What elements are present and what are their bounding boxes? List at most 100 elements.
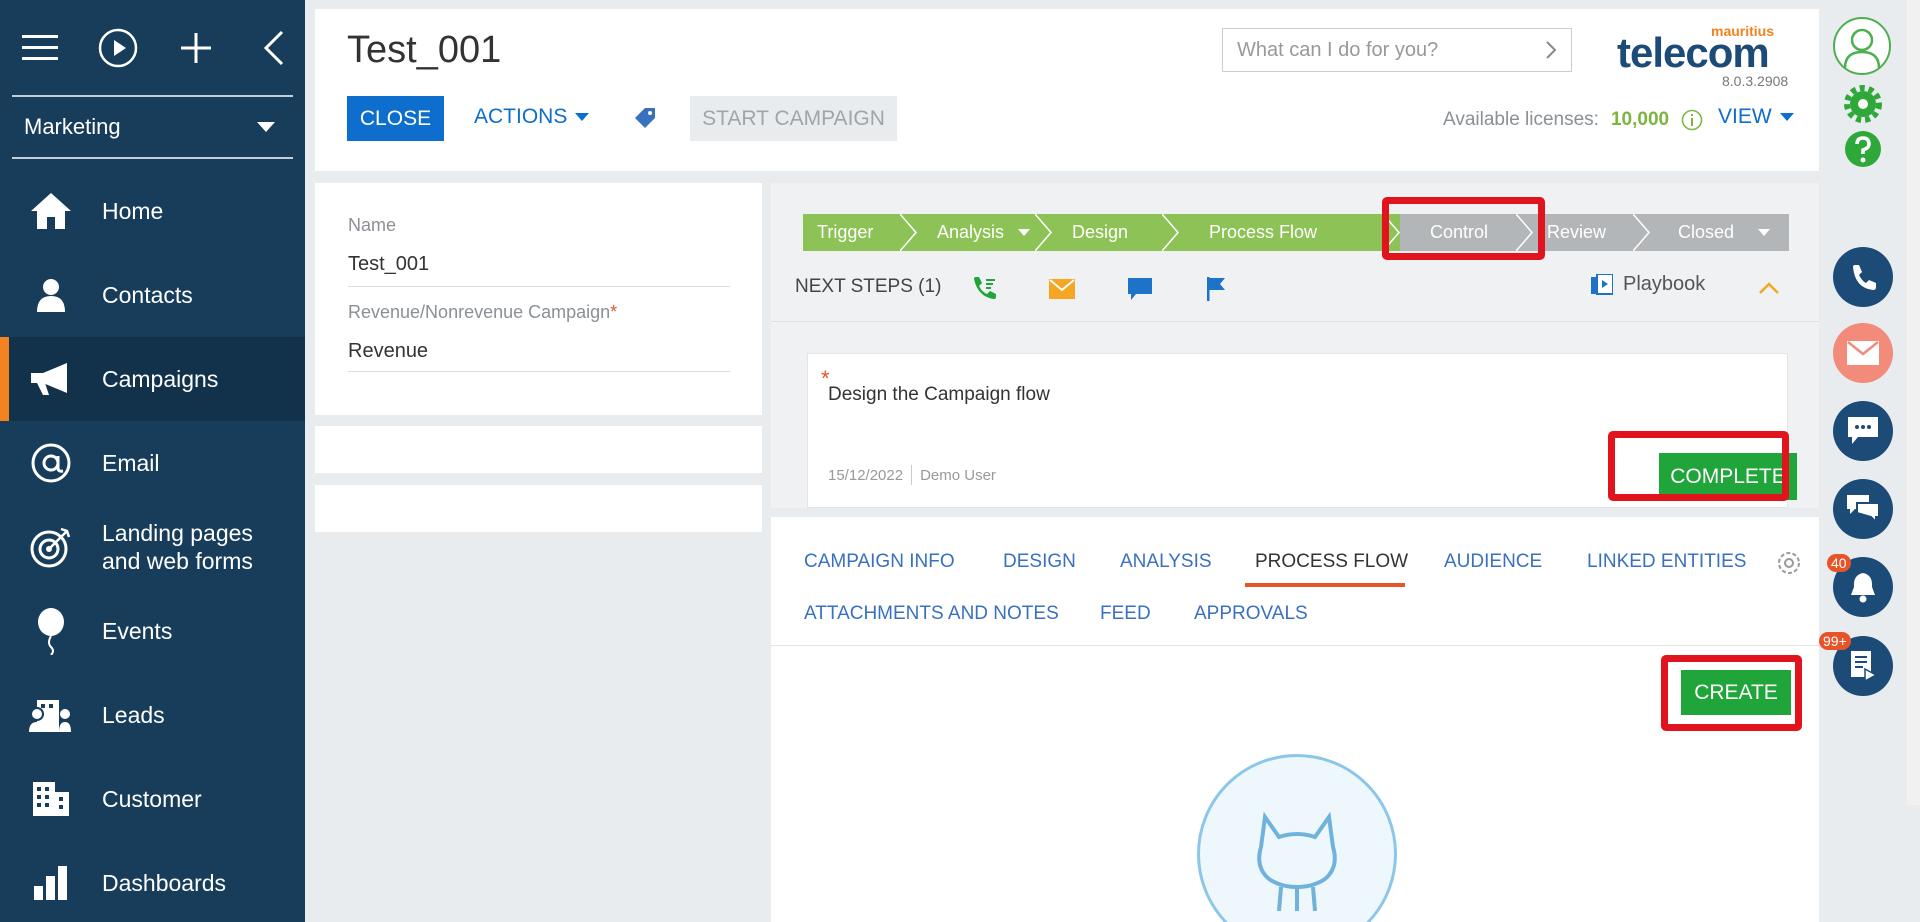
- task-title[interactable]: Design the Campaign flow: [828, 384, 1050, 406]
- stage-analysis[interactable]: Analysis: [917, 214, 1052, 251]
- campaign-type-label: Revenue/Nonrevenue Campaign*: [348, 302, 617, 323]
- bar-chart-icon: [28, 860, 74, 906]
- highlight-box-complete: [1608, 431, 1789, 501]
- collapse-chevron-icon[interactable]: [254, 28, 294, 68]
- tabs-divider: [771, 645, 1819, 646]
- sidebar-divider: [12, 157, 293, 159]
- tab-audience[interactable]: AUDIENCE: [1444, 551, 1542, 573]
- stage-bar: Trigger Analysis Design Process Flow Con…: [803, 214, 1789, 251]
- sidebar-item-campaigns[interactable]: Campaigns: [0, 337, 305, 421]
- task-meta: 15/12/2022 Demo User: [828, 465, 996, 485]
- close-button[interactable]: CLOSE: [347, 96, 444, 141]
- chat-bubble-icon: [1848, 417, 1878, 444]
- conversations-button[interactable]: [1833, 479, 1893, 539]
- chevron-down-icon[interactable]: [1018, 229, 1031, 236]
- user-avatar-icon[interactable]: [1833, 17, 1891, 75]
- tab-feed[interactable]: FEED: [1100, 603, 1151, 625]
- campaign-type-field[interactable]: Revenue: [348, 340, 428, 363]
- building-icon: [28, 776, 74, 822]
- sidebar-item-home[interactable]: Home: [0, 169, 305, 253]
- stage-label: Analysis: [937, 222, 1005, 242]
- sidebar-divider: [12, 95, 293, 97]
- highlight-box-create: [1661, 655, 1802, 731]
- name-underline: [348, 286, 730, 287]
- tab-approvals[interactable]: APPROVALS: [1194, 603, 1308, 625]
- name-field[interactable]: Test_001: [348, 253, 429, 276]
- campaign-type-underline: [348, 371, 730, 372]
- info-icon[interactable]: [1681, 109, 1703, 131]
- name-label: Name: [348, 215, 397, 235]
- view-label: VIEW: [1718, 105, 1772, 128]
- email-button[interactable]: [1833, 323, 1893, 383]
- sidebar-item-email[interactable]: Email: [0, 421, 305, 505]
- active-tab-indicator: [1245, 583, 1405, 587]
- logo: telecom: [1617, 29, 1770, 76]
- task-date: 15/12/2022: [828, 466, 904, 484]
- chat-icon[interactable]: [1128, 278, 1152, 305]
- next-steps-tab[interactable]: NEXT STEPS (1): [795, 276, 941, 298]
- task-owner: Demo User: [920, 466, 996, 484]
- sidebar-item-customer[interactable]: Customer: [0, 757, 305, 841]
- scrollbar[interactable]: [1907, 0, 1920, 805]
- task-card: * Design the Campaign flow 15/12/2022 De…: [807, 353, 1797, 508]
- stage-label: Review: [1547, 222, 1607, 242]
- balloon-icon: [28, 608, 74, 655]
- command-search-input[interactable]: What can I do for you?: [1222, 28, 1572, 72]
- licenses-label: Available licenses:: [1443, 109, 1599, 130]
- tab-analysis[interactable]: ANALYSIS: [1120, 551, 1212, 573]
- menu-icon[interactable]: [20, 28, 60, 68]
- actions-label: ACTIONS: [474, 105, 568, 128]
- tab-attachments-notes[interactable]: ATTACHMENTS AND NOTES: [804, 603, 1059, 625]
- feed-badge: 99+: [1819, 632, 1851, 650]
- empty-section: [315, 485, 762, 532]
- flag-icon[interactable]: [1207, 277, 1227, 306]
- call-icon[interactable]: [970, 275, 998, 308]
- stage-label: Trigger: [817, 222, 874, 242]
- tab-process-flow[interactable]: PROCESS FLOW: [1255, 551, 1408, 573]
- highlight-box-control: [1382, 197, 1545, 260]
- tab-design[interactable]: DESIGN: [1003, 551, 1076, 573]
- tag-icon[interactable]: [633, 106, 657, 135]
- sidebar-item-dashboards[interactable]: Dashboards: [0, 841, 305, 922]
- stage-review[interactable]: Review: [1533, 214, 1650, 251]
- help-icon[interactable]: [1844, 130, 1882, 173]
- stage-design[interactable]: Design: [1052, 214, 1179, 251]
- settings-gear-icon[interactable]: [1843, 84, 1883, 129]
- stage-label: Design: [1072, 222, 1129, 242]
- search-placeholder: What can I do for you?: [1237, 38, 1439, 61]
- phone-button[interactable]: [1833, 247, 1893, 307]
- sidebar: Marketing Home Contacts Campaigns Email …: [0, 0, 305, 922]
- sidebar-item-landing-pages[interactable]: Landing pages and web forms: [0, 505, 305, 589]
- tab-campaign-info[interactable]: CAMPAIGN INFO: [804, 551, 955, 573]
- view-button[interactable]: VIEW: [1718, 105, 1794, 129]
- sidebar-item-label: Landing pages: [102, 520, 253, 546]
- sidebar-item-contacts[interactable]: Contacts: [0, 253, 305, 337]
- chat-button[interactable]: [1833, 401, 1893, 461]
- page-header: Test_001 CLOSE ACTIONS START CAMPAIGN Wh…: [315, 9, 1819, 171]
- notifications-badge: 40: [1827, 554, 1851, 572]
- start-campaign-button[interactable]: START CAMPAIGN: [690, 96, 897, 141]
- playbook-label: Playbook: [1623, 273, 1706, 295]
- sidebar-item-leads[interactable]: Leads: [0, 673, 305, 757]
- chevron-down-icon[interactable]: [1758, 229, 1771, 236]
- sidebar-item-events[interactable]: Events: [0, 589, 305, 673]
- licenses-count: 10,000: [1610, 109, 1670, 130]
- required-mark: *: [610, 302, 618, 322]
- collapse-icon[interactable]: [1758, 281, 1780, 300]
- empty-section: [315, 426, 762, 473]
- tab-settings-gear-icon[interactable]: [1776, 550, 1802, 581]
- playbook-button[interactable]: Playbook: [1591, 273, 1705, 296]
- email-icon[interactable]: [1049, 279, 1075, 304]
- workplace-select[interactable]: Marketing: [0, 97, 305, 157]
- play-icon[interactable]: [98, 28, 138, 68]
- licenses-info: Available licenses: 10,000: [1443, 109, 1703, 131]
- actions-button[interactable]: ACTIONS: [474, 105, 590, 129]
- stage-trigger[interactable]: Trigger: [803, 214, 917, 251]
- at-icon: [28, 440, 74, 486]
- tab-linked-entities[interactable]: LINKED ENTITIES: [1587, 551, 1746, 573]
- plus-icon[interactable]: [176, 28, 216, 68]
- stage-closed[interactable]: Closed: [1650, 214, 1789, 251]
- chevron-down-icon: [1779, 113, 1794, 121]
- sidebar-item-label: Home: [102, 197, 164, 224]
- stage-process-flow[interactable]: Process Flow: [1179, 214, 1400, 251]
